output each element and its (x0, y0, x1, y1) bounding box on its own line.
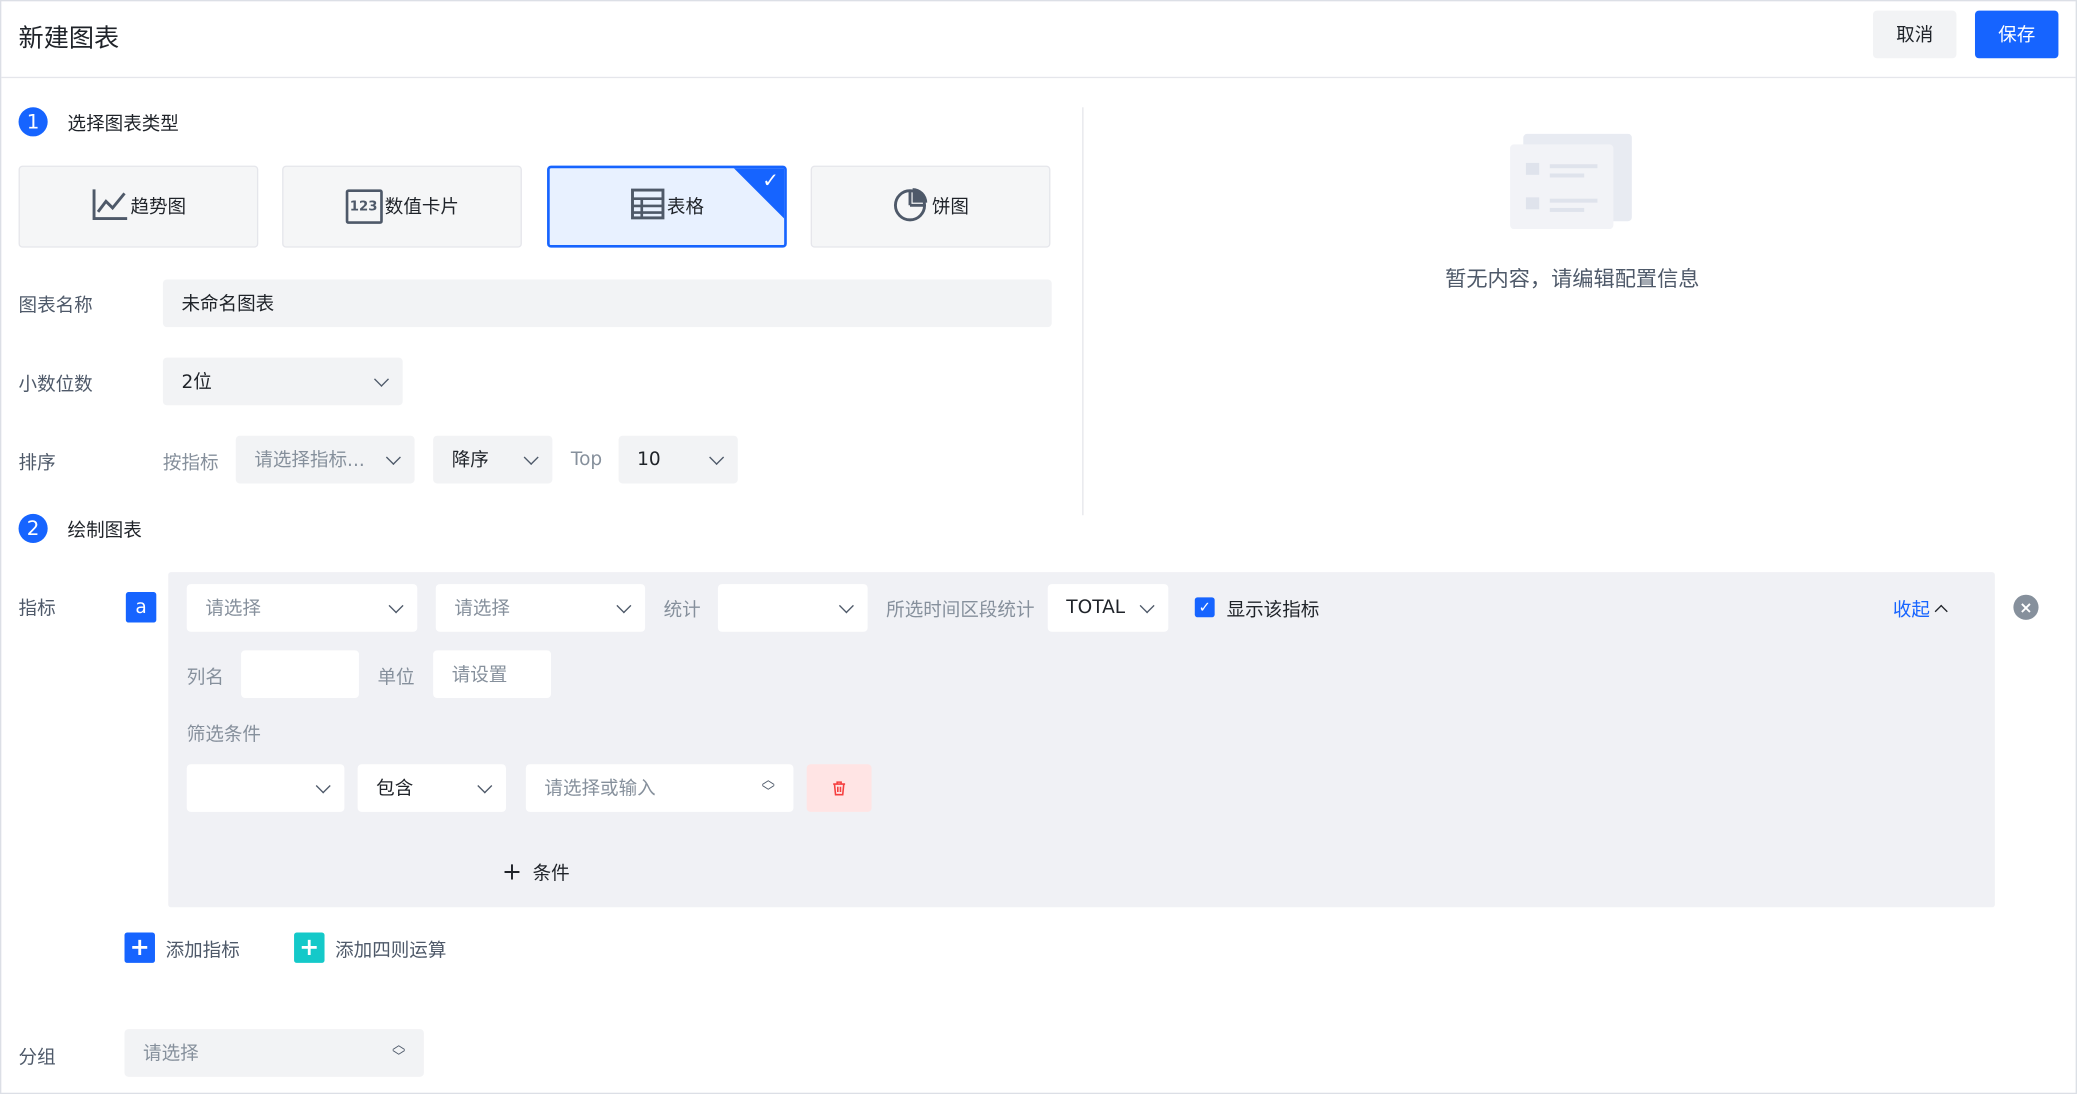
decimal-select[interactable]: 2位 (162, 357, 403, 406)
group-placeholder: 请选择 (143, 1043, 199, 1065)
chart-type-table[interactable]: 表格 ✓ (547, 165, 787, 248)
filter-operator-select[interactable]: 包含 (357, 764, 506, 812)
collapse-label: 收起 (1892, 599, 1930, 622)
add-metric-label[interactable]: 添加指标 (166, 936, 240, 962)
decimal-value: 2位 (181, 372, 212, 394)
group-select[interactable]: 请选择 ︿ ﹀ (124, 1029, 424, 1077)
plus-icon: + (502, 858, 523, 887)
step-2-badge: 2 (18, 513, 48, 544)
sort-by-label: 按指标 (162, 452, 219, 475)
header-divider (1, 76, 2076, 79)
chart-type-label: 饼图 (931, 197, 969, 219)
stat-label: 统计 (663, 599, 701, 622)
add-condition-label: 条件 (532, 863, 570, 885)
sort-metric-placeholder: 请选择指标... (254, 450, 365, 472)
period-select[interactable]: TOTAL (1047, 584, 1169, 632)
chevron-down-icon (523, 449, 539, 465)
chart-type-label: 趋势图 (130, 197, 187, 219)
metric-field-select[interactable]: 请选择 (435, 584, 646, 632)
group-label: 分组 (18, 1047, 56, 1069)
chart-name-label: 图表名称 (18, 295, 93, 317)
add-calc-icon[interactable]: + (294, 932, 325, 963)
chevron-up-icon (1934, 604, 1948, 618)
line-chart-icon (91, 187, 128, 227)
number-card-icon: 123 (345, 189, 383, 224)
chart-type-label: 表格 (666, 197, 705, 219)
sort-updown-icon: ︿ ﹀ (392, 1038, 406, 1065)
chevron-down-icon (477, 778, 493, 794)
chart-type-number-card[interactable]: 123 数值卡片 (282, 165, 522, 248)
sort-order-value: 降序 (451, 450, 489, 472)
sort-metric-select[interactable]: 请选择指标... (235, 435, 415, 484)
top-label: Top (570, 449, 603, 471)
filter-label: 筛选条件 (186, 724, 261, 746)
filter-value-input[interactable]: 请选择或输入 ︿ ﹀ (525, 764, 794, 812)
column-name-label: 列名 (186, 667, 224, 689)
pie-chart-icon (892, 185, 929, 227)
delete-condition-button[interactable] (806, 764, 872, 812)
collapse-link[interactable]: 收起 (1892, 596, 1948, 622)
filter-field-select[interactable] (186, 764, 345, 812)
table-icon (630, 188, 664, 225)
stat-select[interactable] (717, 584, 868, 632)
remove-metric-icon[interactable]: × (2013, 594, 2039, 620)
chart-type-label: 数值卡片 (384, 197, 459, 219)
show-metric-checkbox[interactable]: ✓ (1194, 597, 1215, 618)
add-condition-button[interactable]: + 条件 (502, 860, 570, 886)
unit-label: 单位 (377, 667, 415, 689)
period-label: 所选时间区段统计 (886, 599, 1035, 622)
filter-operator-value: 包含 (376, 778, 414, 800)
chart-name-input[interactable]: 未命名图表 (162, 279, 1052, 328)
metric-badge: a (125, 592, 157, 623)
page-title: 新建图表 (18, 23, 120, 53)
chevron-down-icon (616, 598, 632, 614)
decimal-label: 小数位数 (18, 374, 93, 397)
step-1-label: 选择图表类型 (67, 113, 179, 136)
add-calc-label[interactable]: 添加四则运算 (335, 936, 446, 962)
sort-label: 排序 (18, 452, 56, 475)
sort-order-select[interactable]: 降序 (433, 435, 553, 484)
trash-icon (833, 781, 846, 796)
step-1-badge: 1 (18, 107, 48, 137)
chevron-down-icon (385, 449, 401, 465)
chevron-down-icon (709, 449, 725, 465)
unit-input[interactable]: 请设置 (433, 650, 552, 699)
step-2-label: 绘制图表 (67, 520, 142, 542)
sort-updown-icon: ︿ ﹀ (761, 773, 775, 800)
save-button[interactable]: 保存 (1974, 10, 2059, 59)
chevron-down-icon (838, 598, 854, 614)
chevron-down-icon (1139, 598, 1155, 614)
show-metric-label: 显示该指标 (1226, 599, 1320, 622)
empty-state-text: 暂无内容，请编辑配置信息 (1445, 266, 1700, 292)
chevron-down-icon (388, 598, 404, 614)
top-value: 10 (637, 449, 661, 471)
section-divider (1082, 107, 1084, 516)
top-select[interactable]: 10 (618, 435, 738, 484)
add-metric-icon[interactable]: + (124, 932, 155, 963)
chart-type-pie[interactable]: 饼图 (810, 165, 1051, 248)
metric-source-select[interactable]: 请选择 (186, 584, 418, 632)
check-icon: ✓ (762, 168, 779, 193)
metric-source-placeholder: 请选择 (205, 598, 261, 620)
chevron-down-icon (373, 371, 389, 387)
chevron-down-icon (315, 778, 331, 794)
filter-value-placeholder: 请选择或输入 (544, 778, 656, 800)
metric-label: 指标 (18, 598, 56, 620)
empty-illustration-icon (1510, 133, 1632, 235)
cancel-button[interactable]: 取消 (1872, 10, 1957, 59)
metric-field-placeholder: 请选择 (454, 598, 510, 620)
period-value: TOTAL (1066, 597, 1126, 619)
chart-editor-dialog: 新建图表 取消 保存 1 选择图表类型 趋势图 123 数值卡片 表格 ✓ 饼图… (0, 0, 2077, 1094)
column-name-input[interactable] (241, 650, 359, 699)
chart-type-trend[interactable]: 趋势图 (18, 165, 259, 248)
